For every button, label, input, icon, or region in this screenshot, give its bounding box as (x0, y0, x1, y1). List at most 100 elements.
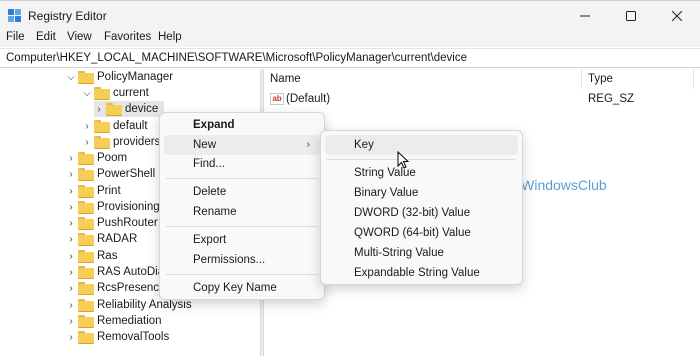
menu-item-dword-value[interactable]: DWORD (32-bit) Value (325, 203, 518, 223)
tree-item-label: RAS AutoDia (97, 266, 165, 278)
chevron-right-icon[interactable]: › (94, 101, 104, 117)
maximize-button[interactable] (608, 1, 654, 31)
tree-item-removaltools[interactable]: › RemovalTools (66, 329, 169, 345)
tree-item-poom[interactable]: › Poom (66, 150, 127, 166)
menu-item-export[interactable]: Export (164, 230, 320, 250)
close-button[interactable] (654, 1, 700, 31)
value-name: (Default) (286, 93, 331, 105)
chevron-down-icon[interactable]: ⌵ (82, 85, 92, 101)
chevron-right-icon[interactable]: › (66, 166, 76, 182)
menu-bar: File Edit View Favorites Help (0, 31, 700, 47)
menu-item-rename[interactable]: Rename (164, 202, 320, 222)
chevron-right-icon[interactable]: › (66, 199, 76, 215)
column-header-type[interactable]: Type (582, 69, 694, 89)
tree-item-label: RcsPresence (97, 282, 166, 294)
menu-view[interactable]: View (67, 31, 92, 43)
menu-file[interactable]: File (6, 31, 25, 43)
value-type: REG_SZ (588, 93, 635, 105)
folder-icon (94, 87, 110, 100)
folder-icon (78, 168, 94, 181)
menu-item-key[interactable]: Key (325, 135, 518, 155)
address-bar[interactable]: Computer\HKEY_LOCAL_MACHINE\SOFTWARE\Mic… (0, 48, 700, 68)
tree-item-label: device (125, 103, 159, 115)
address-path[interactable]: Computer\HKEY_LOCAL_MACHINE\SOFTWARE\Mic… (6, 52, 467, 64)
tree-item-label: providers (113, 136, 161, 148)
menu-item-expand[interactable]: Expand (164, 115, 320, 135)
menu-item-new-label: New (193, 139, 217, 151)
folder-icon (78, 185, 94, 198)
folder-icon (78, 152, 94, 165)
menu-item-find[interactable]: Find... (164, 154, 320, 174)
tree-item-remediation[interactable]: › Remediation (66, 313, 162, 329)
chevron-right-icon[interactable]: › (66, 264, 76, 280)
close-icon (672, 11, 682, 21)
folder-icon (78, 217, 94, 230)
chevron-right-icon[interactable]: › (66, 231, 76, 247)
tree-item-providers[interactable]: › providers (82, 134, 160, 150)
chevron-right-icon[interactable]: › (66, 297, 76, 313)
tree-item-current[interactable]: ⌵ current (82, 85, 149, 101)
tree-item-policymanager[interactable]: ⌵ PolicyManager (66, 69, 173, 85)
menu-help[interactable]: Help (158, 31, 182, 43)
chevron-right-icon[interactable]: › (82, 134, 92, 150)
menu-item-delete[interactable]: Delete (164, 182, 320, 202)
maximize-icon (626, 11, 636, 21)
chevron-right-icon[interactable]: › (82, 118, 92, 134)
chevron-down-icon[interactable]: ⌵ (66, 69, 76, 85)
tree-item-label: Print (97, 185, 121, 197)
menu-item-expandable-string-value[interactable]: Expandable String Value (325, 263, 518, 283)
tree-item-device[interactable]: › device (94, 101, 165, 117)
tree-item-label: PushRouter (97, 217, 158, 229)
tree-item-radar[interactable]: › RADAR (66, 231, 137, 247)
minimize-button[interactable] (562, 1, 608, 31)
tree-item-label: RemovalTools (97, 331, 170, 343)
chevron-right-icon[interactable]: › (66, 280, 76, 296)
folder-icon (78, 282, 94, 295)
folder-icon (78, 250, 94, 263)
menu-item-binary-value[interactable]: Binary Value (325, 183, 518, 203)
folder-icon (78, 315, 94, 328)
chevron-right-icon[interactable]: › (66, 313, 76, 329)
tree-item-label: PolicyManager (97, 71, 174, 83)
tree-item-powershell[interactable]: › PowerShell (66, 166, 155, 182)
menu-separator (166, 274, 318, 275)
folder-icon (78, 233, 94, 246)
tree-item-ras-autodial[interactable]: › RAS AutoDia (66, 264, 164, 280)
tree-item-ras[interactable]: › Ras (66, 248, 117, 264)
registry-app-icon (8, 9, 21, 22)
table-row[interactable]: ab (Default) REG_SZ (264, 91, 700, 109)
chevron-right-icon[interactable]: › (66, 248, 76, 264)
tree-item-default[interactable]: › default (82, 118, 148, 134)
chevron-right-icon[interactable]: › (66, 215, 76, 231)
mouse-cursor-icon (397, 151, 410, 169)
menu-item-new[interactable]: New › (164, 135, 320, 155)
menu-item-qword-value[interactable]: QWORD (64-bit) Value (325, 223, 518, 243)
folder-icon (78, 201, 94, 214)
chevron-right-icon[interactable]: › (66, 150, 76, 166)
folder-icon (78, 299, 94, 312)
string-value-icon: ab (270, 93, 284, 105)
tree-item-rcspresence[interactable]: › RcsPresence (66, 280, 165, 296)
folder-icon (78, 331, 94, 344)
menu-item-multi-string-value[interactable]: Multi-String Value (325, 243, 518, 263)
tree-item-pushrouter[interactable]: › PushRouter (66, 215, 158, 231)
chevron-right-icon[interactable]: › (66, 329, 76, 345)
tree-item-print[interactable]: › Print (66, 183, 121, 199)
menu-favorites[interactable]: Favorites (104, 31, 151, 43)
column-header-name[interactable]: Name (264, 69, 582, 89)
chevron-right-icon: › (306, 139, 310, 150)
chevron-right-icon[interactable]: › (66, 183, 76, 199)
tree-item-provisioning[interactable]: › Provisioning (66, 199, 160, 215)
window-title: Registry Editor (28, 9, 107, 23)
menu-item-permissions[interactable]: Permissions... (164, 250, 320, 270)
folder-icon (94, 136, 110, 149)
context-menu: Expand New › Find... Delete Rename Expor… (159, 112, 325, 300)
tree-item-label: default (113, 120, 148, 132)
tree-item-label: current (113, 87, 149, 99)
tree-item-label: Poom (97, 152, 128, 164)
menu-separator (327, 159, 516, 160)
menu-item-string-value[interactable]: String Value (325, 163, 518, 183)
folder-icon (78, 266, 94, 279)
menu-item-copy-key-name[interactable]: Copy Key Name (164, 278, 320, 298)
menu-edit[interactable]: Edit (36, 31, 56, 43)
